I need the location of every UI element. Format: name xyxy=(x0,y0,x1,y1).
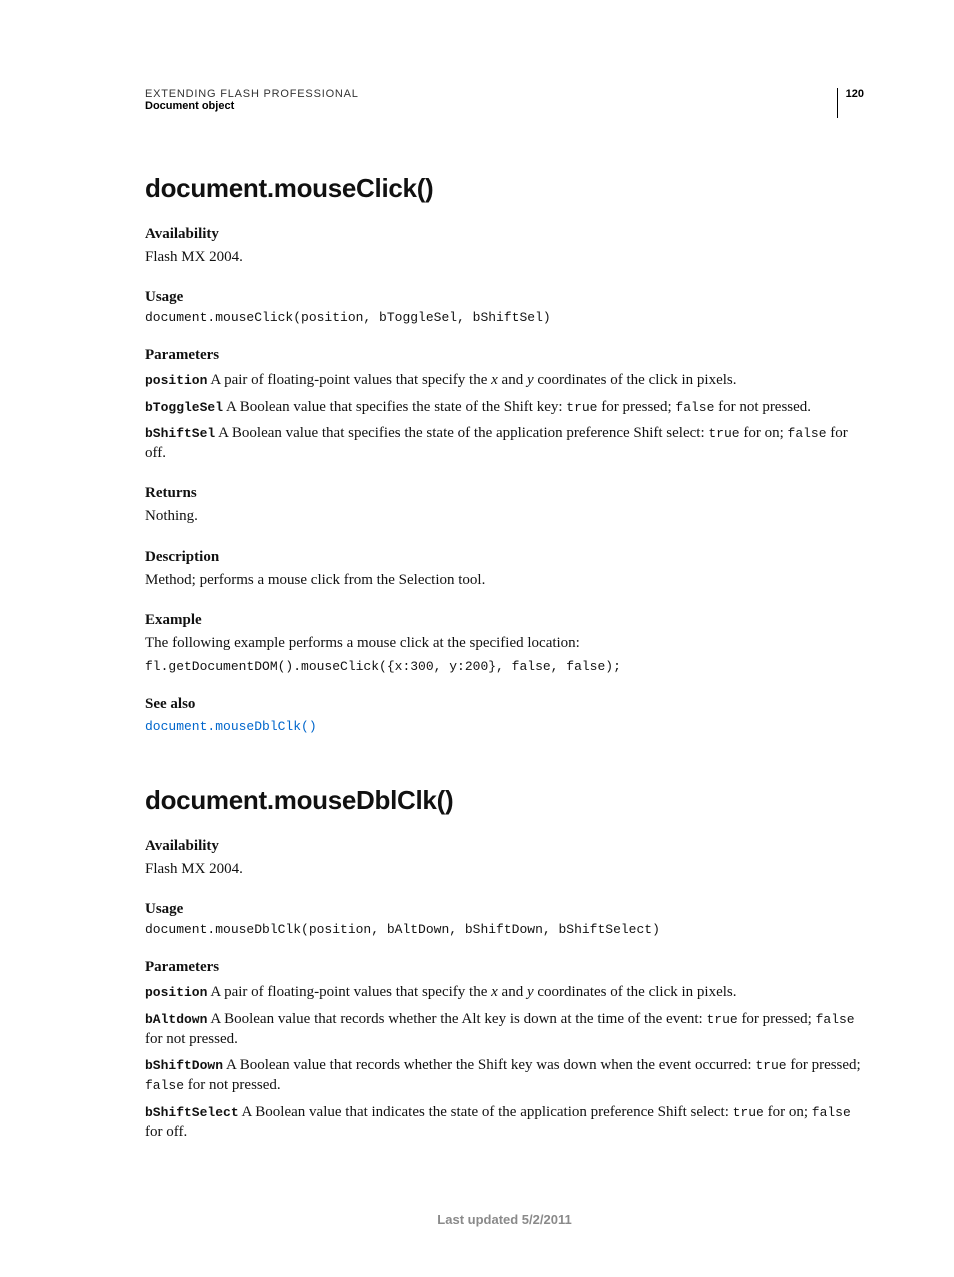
code-inline: true xyxy=(733,1105,764,1120)
code-inline: true xyxy=(706,1012,737,1027)
method-title-mousedblclk: document.mouseDblClk() xyxy=(145,785,864,816)
param-name: bAltdown xyxy=(145,1012,207,1027)
text: for on; xyxy=(764,1104,812,1120)
param-bshiftsel: bShiftSel A Boolean value that specifies… xyxy=(145,423,864,464)
param-position: position A pair of floating-point values… xyxy=(145,370,864,390)
param-name: bShiftSel xyxy=(145,426,215,441)
param-name: position xyxy=(145,373,207,388)
example-heading: Example xyxy=(145,612,864,629)
text: for not pressed. xyxy=(714,399,811,415)
code-inline: false xyxy=(816,1012,855,1027)
usage-code: document.mouseDblClk(position, bAltDown,… xyxy=(145,922,864,937)
returns-heading: Returns xyxy=(145,485,864,502)
param-name: position xyxy=(145,985,207,1000)
text: for off. xyxy=(145,1124,187,1140)
footer-last-updated: Last updated 5/2/2011 xyxy=(145,1212,864,1227)
text: for not pressed. xyxy=(184,1077,281,1093)
see-also-heading: See also xyxy=(145,696,864,713)
availability-heading: Availability xyxy=(145,226,864,243)
description-heading: Description xyxy=(145,549,864,566)
text: A Boolean value that records whether the… xyxy=(223,1057,755,1073)
italic-y: y xyxy=(527,984,534,1000)
usage-heading: Usage xyxy=(145,289,864,306)
text: for on; xyxy=(740,425,788,441)
section-label: Document object xyxy=(145,100,359,112)
example-code: fl.getDocumentDOM().mouseClick({x:300, y… xyxy=(145,659,864,674)
text: for pressed; xyxy=(787,1057,861,1073)
see-also-link[interactable]: document.mouseDblClk() xyxy=(145,719,317,734)
italic-y: y xyxy=(527,372,534,388)
param-name: bShiftSelect xyxy=(145,1105,239,1120)
text: A pair of floating-point values that spe… xyxy=(207,372,491,388)
code-inline: true xyxy=(566,400,597,415)
page-number-wrap: 120 xyxy=(833,88,864,118)
method-title-mouseclick: document.mouseClick() xyxy=(145,173,864,204)
code-inline: false xyxy=(812,1105,851,1120)
usage-heading: Usage xyxy=(145,901,864,918)
text: A Boolean value that indicates the state… xyxy=(239,1104,733,1120)
page-number: 120 xyxy=(838,88,864,118)
text: A Boolean value that specifies the state… xyxy=(215,425,708,441)
returns-text: Nothing. xyxy=(145,506,864,526)
running-head: EXTENDING FLASH PROFESSIONAL xyxy=(145,88,359,100)
italic-x: x xyxy=(491,984,498,1000)
text: coordinates of the click in pixels. xyxy=(534,372,737,388)
param-btogglesel: bToggleSel A Boolean value that specifie… xyxy=(145,397,864,417)
text: for pressed; xyxy=(597,399,675,415)
code-inline: true xyxy=(708,426,739,441)
param-bshiftselect: bShiftSelect A Boolean value that indica… xyxy=(145,1102,864,1143)
parameters-heading: Parameters xyxy=(145,959,864,976)
text: coordinates of the click in pixels. xyxy=(534,984,737,1000)
code-inline: true xyxy=(755,1058,786,1073)
param-bshiftdown: bShiftDown A Boolean value that records … xyxy=(145,1055,864,1096)
text: for pressed; xyxy=(738,1011,816,1027)
code-inline: false xyxy=(675,400,714,415)
param-name: bToggleSel xyxy=(145,400,223,415)
code-inline: false xyxy=(145,1078,184,1093)
text: A Boolean value that specifies the state… xyxy=(223,399,566,415)
description-text: Method; performs a mouse click from the … xyxy=(145,570,864,590)
text: for not pressed. xyxy=(145,1031,238,1047)
param-name: bShiftDown xyxy=(145,1058,223,1073)
text: A pair of floating-point values that spe… xyxy=(207,984,491,1000)
text: A Boolean value that records whether the… xyxy=(207,1011,706,1027)
code-inline: false xyxy=(788,426,827,441)
usage-code: document.mouseClick(position, bToggleSel… xyxy=(145,310,864,325)
italic-x: x xyxy=(491,372,498,388)
text: and xyxy=(498,984,527,1000)
availability-text: Flash MX 2004. xyxy=(145,859,864,879)
example-text: The following example performs a mouse c… xyxy=(145,633,864,653)
param-position: position A pair of floating-point values… xyxy=(145,982,864,1002)
parameters-heading: Parameters xyxy=(145,347,864,364)
availability-text: Flash MX 2004. xyxy=(145,247,864,267)
text: and xyxy=(498,372,527,388)
param-baltdown: bAltdown A Boolean value that records wh… xyxy=(145,1009,864,1050)
availability-heading: Availability xyxy=(145,838,864,855)
